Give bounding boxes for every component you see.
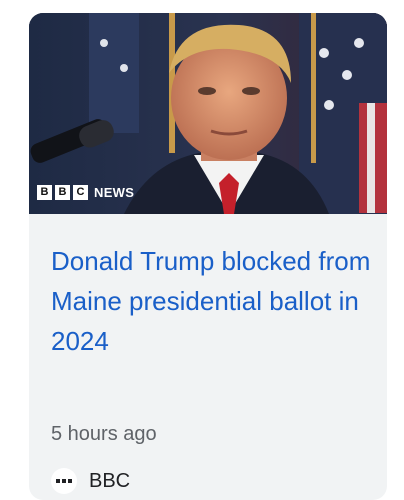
article-thumbnail[interactable]: B B C NEWS (29, 13, 387, 214)
bbc-logo-icon (51, 468, 77, 494)
bbc-block-3: C (73, 185, 88, 200)
news-watermark-text: NEWS (94, 185, 135, 200)
bbc-block-1: B (37, 185, 52, 200)
publisher-name: BBC (89, 469, 131, 492)
publisher-row[interactable]: BBC (51, 468, 130, 494)
article-timestamp: 5 hours ago (51, 423, 157, 445)
news-photo (29, 13, 387, 214)
bbc-block-2: B (55, 185, 70, 200)
source-watermark: B B C NEWS (37, 185, 134, 200)
news-card[interactable]: B B C NEWS Donald Trump blocked from Mai… (29, 13, 387, 500)
article-headline[interactable]: Donald Trump blocked from Maine presiden… (51, 241, 371, 361)
